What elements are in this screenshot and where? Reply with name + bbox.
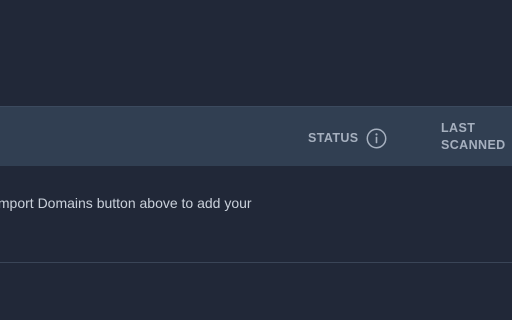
empty-state-row: Import Domains button above to add your bbox=[0, 166, 512, 263]
info-icon[interactable] bbox=[366, 128, 387, 149]
column-header-last-scanned[interactable]: LAST SCANNED bbox=[441, 120, 511, 154]
column-header-status-label: STATUS bbox=[308, 131, 359, 145]
table-header: STATUS LAST SCANNED bbox=[0, 106, 512, 166]
empty-state-message: Import Domains button above to add your bbox=[0, 195, 252, 211]
domains-page: STATUS LAST SCANNED Import Domains butto… bbox=[0, 0, 512, 320]
column-header-last-scanned-line2: SCANNED bbox=[441, 138, 506, 152]
column-header-last-scanned-line1: LAST bbox=[441, 121, 476, 135]
column-header-status: STATUS bbox=[308, 128, 387, 149]
